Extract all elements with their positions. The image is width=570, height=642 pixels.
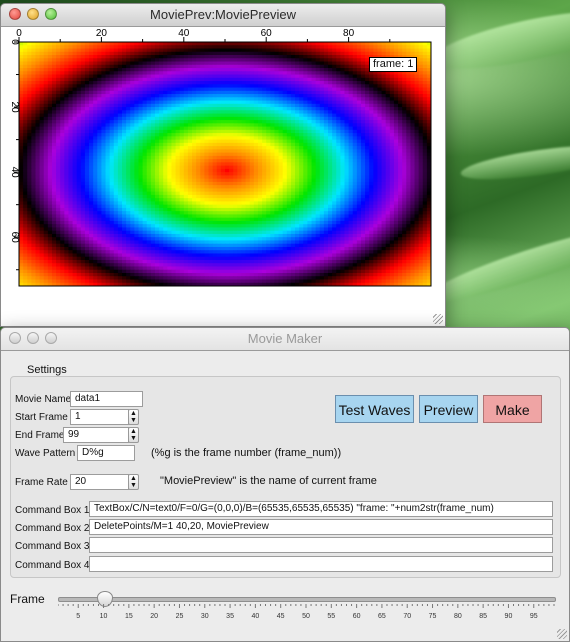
x-axis-tick-label: 20	[96, 28, 108, 39]
frame-rate-note: "MoviePreview" is the name of current fr…	[160, 475, 377, 487]
wave-pattern-note: (%g is the frame number (frame_num))	[151, 447, 341, 459]
preview-button[interactable]: Preview	[419, 395, 478, 423]
slider-tick-label: 35	[226, 613, 234, 620]
start-frame-stepper[interactable]: ▲▼	[128, 409, 139, 425]
wave-pattern-field[interactable]: D%g	[77, 445, 135, 461]
preview-graph[interactable]: 0 20 40 60 80 0 20 40 60 frame: 1	[1, 27, 445, 326]
resize-grip[interactable]	[433, 314, 443, 324]
start-frame-label: Start Frame	[15, 412, 68, 423]
command-box-4-field[interactable]	[89, 556, 553, 572]
close-button[interactable]	[9, 8, 21, 20]
zoom-button[interactable]	[45, 332, 57, 344]
slider-tick-label: 95	[530, 613, 538, 620]
close-button[interactable]	[9, 332, 21, 344]
slider-tick-label: 85	[479, 613, 487, 620]
zoom-button[interactable]	[45, 8, 57, 20]
command-box-2-field[interactable]: DeletePoints/M=1 40,20, MoviePreview	[89, 519, 553, 535]
window-controls	[9, 8, 57, 20]
resize-grip[interactable]	[557, 629, 567, 639]
y-axis-tick-label: 40	[9, 167, 20, 179]
slider-tick-label: 40	[251, 613, 259, 620]
end-frame-label: End Frame	[15, 430, 64, 441]
slider-tick-label: 15	[125, 613, 133, 620]
command-box-3-field[interactable]	[89, 537, 553, 553]
end-frame-field[interactable]: 99	[63, 427, 129, 443]
leaf-highlight	[428, 0, 570, 80]
slider-tick-label: 90	[505, 613, 513, 620]
preview-titlebar[interactable]: MoviePrev:MoviePreview	[1, 4, 445, 27]
frame-rate-stepper[interactable]: ▲▼	[128, 474, 139, 490]
command-box-3-label: Command Box 3	[15, 541, 89, 552]
movie-name-field[interactable]: data1	[70, 391, 143, 407]
leaf-highlight	[459, 139, 570, 186]
frame-textbox: frame: 1	[369, 57, 417, 72]
window-controls	[9, 332, 57, 344]
slider-tick-label: 60	[353, 613, 361, 620]
command-box-1-field[interactable]: TextBox/C/N=text0/F=0/G=(0,0,0)/B=(65535…	[89, 501, 553, 517]
slider-tick-label: 55	[327, 613, 335, 620]
y-axis-tick-label: 20	[9, 102, 20, 114]
wave-pattern-label: Wave Pattern	[15, 448, 75, 459]
slider-tick-label: 75	[429, 613, 437, 620]
frame-rate-label: Frame Rate	[15, 477, 68, 488]
slider-tick-label: 25	[176, 613, 184, 620]
start-frame-field[interactable]: 1	[70, 409, 129, 425]
slider-tick-label: 50	[302, 613, 310, 620]
command-box-2-label: Command Box 2	[15, 523, 89, 534]
x-axis-tick-label: 40	[178, 28, 190, 39]
slider-tick-label: 20	[150, 613, 158, 620]
frame-slider-track[interactable]	[58, 597, 556, 602]
command-box-4-label: Command Box 4	[15, 560, 89, 571]
command-box-1-label: Command Box 1	[15, 505, 89, 516]
frame-slider-ticks: 5 10 15 20 25 30 35 40 45 50 55 60 65 70 75 80 85 90 95	[58, 604, 558, 626]
movie-preview-window: MoviePrev:MoviePreview 0 20 40 60 80 0 20 40 60 …	[0, 3, 446, 327]
x-axis-tick-label: 80	[343, 28, 355, 39]
image-cells	[19, 42, 432, 287]
x-axis-tick-label: 60	[261, 28, 273, 39]
slider-tick-label: 5	[76, 613, 80, 620]
slider-tick-label: 65	[378, 613, 386, 620]
end-frame-stepper[interactable]: ▲▼	[128, 427, 139, 443]
y-axis-tick-label: 0	[9, 39, 20, 45]
y-axis-tick-label: 60	[9, 232, 20, 244]
minimize-button[interactable]	[27, 8, 39, 20]
test-waves-button[interactable]: Test Waves	[335, 395, 414, 423]
settings-group: Movie Name data1 Start Frame 1 ▲▼ End Fr…	[10, 376, 561, 578]
x-axis-tick-label: 0	[16, 28, 22, 39]
slider-tick-label: 70	[403, 613, 411, 620]
slider-tick-label: 30	[201, 613, 209, 620]
slider-tick-label: 80	[454, 613, 462, 620]
slider-tick-label: 45	[277, 613, 285, 620]
movie-maker-window: Movie Maker Settings Movie Name data1 St…	[0, 327, 570, 642]
frame-slider-label: Frame	[10, 592, 45, 606]
minimize-button[interactable]	[27, 332, 39, 344]
frame-rate-field[interactable]: 20	[70, 474, 129, 490]
maker-titlebar[interactable]: Movie Maker	[1, 328, 569, 351]
maker-window-title: Movie Maker	[248, 331, 322, 346]
preview-window-title: MoviePrev:MoviePreview	[150, 7, 296, 22]
make-button[interactable]: Make	[483, 395, 542, 423]
movie-name-label: Movie Name	[15, 394, 71, 405]
slider-tick-label: 10	[100, 613, 108, 620]
